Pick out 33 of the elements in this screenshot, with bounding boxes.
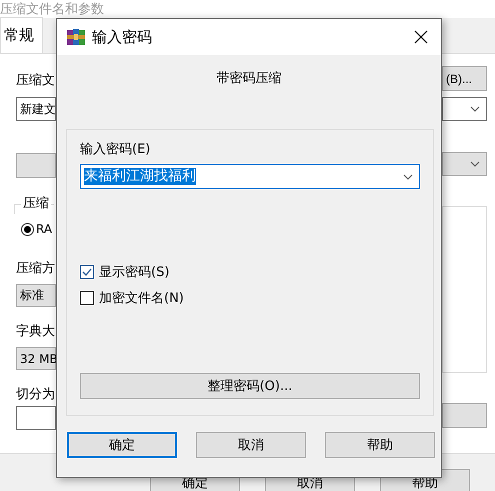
dialog-title: 输入密码 [92,28,153,46]
dialog-button[interactable]: 取消 [196,432,306,458]
dialog-button[interactable]: 确定 [67,432,177,458]
checkbox[interactable] [80,291,94,305]
text-field[interactable] [16,406,56,430]
chevron-down-icon [470,106,480,112]
field-label: 字典大 [16,323,55,340]
field-label: 压缩文 [16,72,55,89]
checkbox[interactable] [80,265,94,279]
checkbox-label: 显示密码(S) [99,264,170,281]
chevron-down-icon [403,174,413,180]
button[interactable]: (B)... [442,66,487,91]
radio-button[interactable] [21,222,34,236]
field-label: 输入密码(E) [80,141,150,158]
dropdown[interactable] [442,152,487,176]
password-field[interactable]: 来福利江湖找福利 [80,164,420,189]
dropdown[interactable] [442,97,487,121]
checkbox-label: 加密文件名(N) [99,290,184,307]
text-field[interactable]: 新建文 [16,97,56,121]
books-icon [66,28,86,46]
dropdown[interactable]: 32 MB [16,347,56,370]
radio-label: RA [36,222,52,236]
field-label: 切分为 [16,386,55,403]
dialog-button[interactable]: 帮助 [325,432,435,458]
tab[interactable]: 常规 [0,17,43,53]
chevron-down-icon [470,161,480,167]
close-icon [414,30,428,44]
field-label: 压缩方 [16,260,55,277]
dropdown[interactable]: 标准 [16,284,56,307]
window-title: 压缩文件名和参数 [0,2,104,18]
button[interactable] [442,403,487,428]
dialog-heading: 带密码压缩 [216,70,282,87]
organize-passwords-button[interactable]: 整理密码(O)... [80,373,420,399]
